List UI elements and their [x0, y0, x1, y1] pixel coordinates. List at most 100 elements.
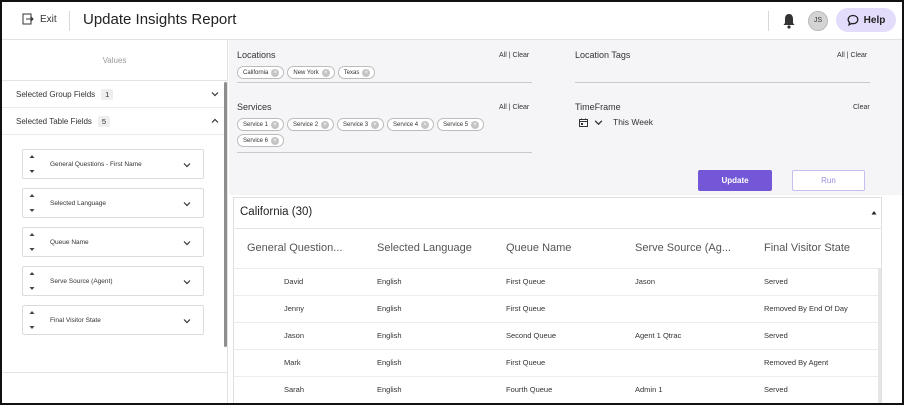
exit-button[interactable]: Exit [22, 13, 57, 25]
table-cell: Mark [284, 358, 301, 367]
location-tags-all-clear[interactable]: All | Clear [837, 52, 867, 59]
locations-label: Locations [237, 50, 276, 60]
group-title: California (30) [240, 206, 313, 218]
exit-label: Exit [40, 13, 57, 25]
values-panel: Values Selected Group Fields 1 Selected … [2, 40, 228, 403]
table-cell: Admin 1 [635, 385, 663, 394]
remove-chip-icon[interactable]: × [371, 120, 380, 129]
chip-label: New York [293, 69, 319, 76]
table-fields-accordion[interactable]: Selected Table Fields 5 [2, 108, 227, 135]
field-item[interactable]: General Questions - First Name [22, 149, 204, 179]
filters-panel: Locations All | Clear California × New Yo… [229, 40, 902, 195]
table-fields-list: General Questions - First Name Selected … [2, 135, 227, 335]
field-label: Queue Name [50, 238, 89, 246]
remove-chip-icon[interactable]: × [362, 68, 371, 77]
bell-icon[interactable] [782, 13, 796, 29]
timeframe-select[interactable]: This Week [579, 117, 653, 127]
chip-label: Texas [343, 69, 360, 76]
exit-icon [22, 13, 34, 25]
reorder-arrows-icon[interactable] [29, 270, 35, 292]
remove-chip-icon[interactable]: × [321, 68, 330, 77]
chat-bubble-icon [847, 14, 859, 26]
locations-all-clear[interactable]: All | Clear [499, 52, 529, 59]
chevron-down-icon[interactable] [183, 239, 191, 247]
chip-label: California [243, 69, 269, 76]
location-chip: New York × [287, 66, 335, 79]
service-chip: Service 3 × [337, 118, 385, 131]
group-fields-accordion[interactable]: Selected Group Fields 1 [2, 81, 227, 108]
help-button[interactable]: Help [836, 8, 896, 32]
collapse-caret-icon[interactable] [871, 210, 877, 215]
chevron-down-icon[interactable] [183, 278, 191, 286]
remove-chip-icon[interactable]: × [471, 120, 480, 129]
table-row: Sarah English Fourth Queue Admin 1 Serve… [234, 376, 881, 403]
table-cell: First Queue [506, 304, 546, 313]
field-label: General Questions - First Name [50, 160, 142, 168]
column-header[interactable]: Selected Language [377, 242, 472, 254]
group-fields-count: 1 [101, 88, 114, 100]
chevron-up-icon [211, 118, 219, 123]
table-cell: English [377, 358, 402, 367]
service-chip: Service 4 × [387, 118, 435, 131]
table-cell: Removed By Agent [764, 358, 829, 367]
calendar-icon [579, 118, 588, 127]
chip-label: Service 3 [343, 121, 369, 128]
remove-chip-icon[interactable]: × [321, 120, 330, 129]
page-title: Update Insights Report [83, 11, 237, 28]
column-header[interactable]: General Question... [247, 242, 342, 254]
table-row: Mark English First Queue Removed By Agen… [234, 349, 881, 376]
chevron-down-icon[interactable] [183, 200, 191, 208]
timeframe-value: This Week [613, 117, 653, 127]
table-cell: English [377, 304, 402, 313]
reorder-arrows-icon[interactable] [29, 192, 35, 214]
column-header[interactable]: Serve Source (Ag... [635, 242, 731, 254]
reorder-arrows-icon[interactable] [29, 153, 35, 175]
user-avatar[interactable]: JS [808, 11, 828, 31]
update-button[interactable]: Update [698, 170, 772, 191]
table-scrollbar[interactable] [878, 268, 881, 403]
field-label: Serve Source (Agent) [50, 277, 113, 285]
services-all-clear[interactable]: All | Clear [499, 104, 529, 111]
reorder-arrows-icon[interactable] [29, 231, 35, 253]
table-cell: Fourth Queue [506, 385, 553, 394]
field-item[interactable]: Serve Source (Agent) [22, 266, 204, 296]
column-header[interactable]: Queue Name [506, 242, 571, 254]
table-cell: Jason [284, 331, 305, 340]
table-row: Jenny English First Queue Removed By End… [234, 295, 881, 322]
table-cell: David [284, 277, 304, 286]
remove-chip-icon[interactable]: × [271, 68, 280, 77]
run-button[interactable]: Run [792, 170, 865, 191]
left-panel-scrollbar[interactable] [224, 82, 227, 347]
column-header[interactable]: Final Visitor State [764, 242, 850, 254]
table-cell: Second Queue [506, 331, 557, 340]
timeframe-clear[interactable]: Clear [853, 104, 870, 111]
table-cell: Served [764, 385, 788, 394]
table-fields-count: 5 [97, 115, 110, 127]
location-tags-underline [575, 82, 870, 83]
chevron-down-icon[interactable] [183, 317, 191, 325]
remove-chip-icon[interactable]: × [421, 120, 430, 129]
table-cell: English [377, 331, 402, 340]
locations-underline [237, 82, 532, 83]
table-cell: Jenny [284, 304, 305, 313]
header-divider-right [768, 11, 769, 31]
remove-chip-icon[interactable]: × [271, 136, 280, 145]
location-chip: Texas × [337, 66, 376, 79]
table-row: Jason English Second Queue Agent 1 Qtrac… [234, 322, 881, 349]
remove-chip-icon[interactable]: × [271, 120, 280, 129]
chevron-down-icon [594, 119, 603, 125]
table-cell: Removed By End Of Day [764, 304, 848, 313]
timeframe-label: TimeFrame [575, 102, 621, 112]
table-fields-label: Selected Table Fields [16, 116, 92, 126]
chip-label: Service 4 [393, 121, 419, 128]
field-item[interactable]: Final Visitor State [22, 305, 204, 335]
location-chip: California × [237, 66, 285, 79]
chevron-down-icon[interactable] [183, 161, 191, 169]
field-item[interactable]: Selected Language [22, 188, 204, 218]
field-item[interactable]: Queue Name [22, 227, 204, 257]
group-fields-label: Selected Group Fields [16, 89, 96, 99]
services-underline [237, 152, 532, 153]
reorder-arrows-icon[interactable] [29, 309, 35, 331]
service-chip: Service 2 × [287, 118, 335, 131]
chip-label: Service 6 [243, 137, 269, 144]
